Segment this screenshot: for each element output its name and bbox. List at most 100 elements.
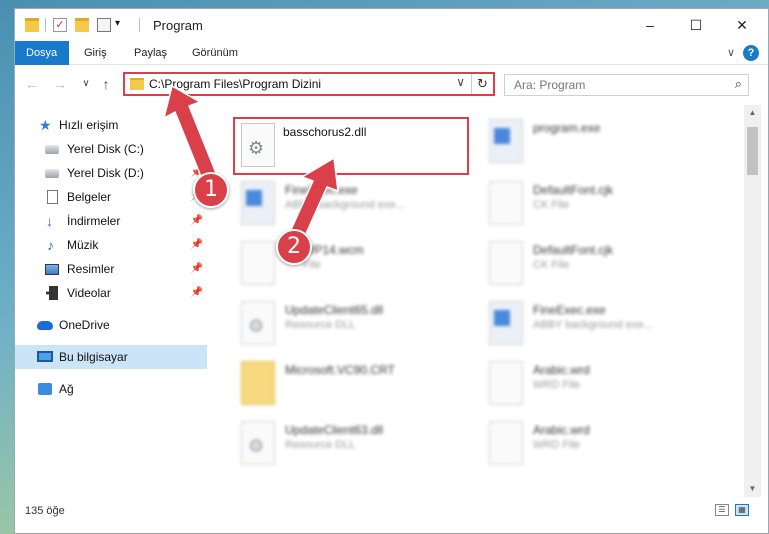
list-item[interactable]: DefaultFont.cjk CK File bbox=[481, 237, 729, 293]
minimize-button[interactable]: – bbox=[627, 9, 673, 41]
tab-share[interactable]: Paylaş bbox=[123, 41, 178, 65]
sidebar-item-this-pc[interactable]: Bu bilgisayar bbox=[15, 345, 207, 369]
back-button[interactable]: ← bbox=[23, 74, 41, 94]
explorer-window: ✓ ▾ Program – ☐ ✕ Dosya Giriş Paylaş Gör… bbox=[14, 8, 769, 534]
sidebar-item-downloads[interactable]: ↓ İndirmeler 📌 bbox=[15, 209, 207, 233]
customize-icon[interactable] bbox=[97, 18, 111, 32]
close-button[interactable]: ✕ bbox=[719, 9, 765, 41]
drive-icon bbox=[45, 169, 59, 178]
sidebar-item-label: Müzik bbox=[67, 238, 99, 252]
list-item[interactable]: WP14.wcm File bbox=[233, 237, 481, 293]
tab-view[interactable]: Görünüm bbox=[181, 41, 249, 65]
up-button[interactable]: ↑ bbox=[97, 74, 115, 94]
search-icon[interactable]: ⌕ bbox=[735, 76, 742, 92]
file-icon bbox=[489, 421, 523, 465]
chevron-down-icon[interactable]: ∨ bbox=[456, 75, 465, 89]
file-type: WRD File bbox=[533, 439, 581, 451]
vertical-scrollbar[interactable]: ▲ ▼ bbox=[744, 105, 761, 497]
sidebar-item-label: Bu bilgisayar bbox=[59, 350, 128, 364]
pin-icon[interactable]: 📌 bbox=[191, 257, 203, 281]
file-type: ABBY background exe... bbox=[285, 199, 405, 211]
sidebar-item-quick-access[interactable]: ★ Hızlı erişim bbox=[15, 113, 207, 137]
list-item[interactable]: FineExec.exe ABBY background exe... bbox=[481, 297, 729, 353]
recent-locations-button[interactable]: ∨ bbox=[77, 74, 95, 94]
window-title: Program bbox=[153, 18, 203, 33]
sidebar-item-label: Belgeler bbox=[67, 190, 112, 204]
scrollbar-thumb[interactable] bbox=[747, 127, 758, 175]
title-bar: ✓ ▾ Program – ☐ ✕ bbox=[15, 9, 768, 41]
file-type: CK File bbox=[533, 259, 570, 271]
tab-file[interactable]: Dosya bbox=[15, 41, 69, 65]
step-badge-1: 1 bbox=[193, 172, 229, 208]
video-icon bbox=[46, 286, 58, 300]
file-type: Resource DLL bbox=[285, 319, 356, 331]
file-icon bbox=[241, 241, 275, 285]
large-icons-view-icon[interactable]: ▦ bbox=[735, 504, 749, 516]
folder-icon bbox=[130, 78, 144, 90]
address-path[interactable]: C:\Program Files\Program Dizini bbox=[149, 77, 321, 91]
sidebar-item-music[interactable]: ♪ Müzik 📌 bbox=[15, 233, 207, 257]
exe-file-icon bbox=[489, 119, 523, 163]
music-icon: ♪ bbox=[47, 237, 54, 253]
highlighted-file[interactable]: basschorus2.dll bbox=[233, 117, 469, 175]
list-item[interactable]: Microsoft.VC90.CRT bbox=[233, 357, 481, 413]
refresh-button[interactable]: ↻ bbox=[471, 74, 493, 94]
sidebar-item-label: Ağ bbox=[59, 382, 74, 396]
search-input[interactable]: Ara: Program bbox=[514, 78, 585, 92]
scroll-up-icon[interactable]: ▲ bbox=[744, 105, 761, 121]
file-type: Resource DLL bbox=[285, 439, 356, 451]
sidebar-item-label: Yerel Disk (C:) bbox=[67, 142, 144, 156]
new-folder-icon[interactable] bbox=[75, 18, 89, 32]
sidebar-item-label: OneDrive bbox=[59, 318, 110, 332]
list-item[interactable]: UpdateClient65.dll Resource DLL bbox=[233, 297, 481, 353]
divider bbox=[139, 18, 140, 32]
cloud-icon bbox=[37, 321, 53, 330]
sidebar-item-disk-d[interactable]: Yerel Disk (D:) 📌 bbox=[15, 161, 207, 185]
sidebar-item-videos[interactable]: Videolar 📌 bbox=[15, 281, 207, 305]
pin-icon[interactable]: 📌 bbox=[191, 209, 203, 233]
details-view-icon[interactable]: ☰ bbox=[715, 504, 729, 516]
file-name: basschorus2.dll bbox=[283, 125, 367, 139]
address-row: ← → ∨ ↑ C:\Program Files\Program Dizini … bbox=[15, 69, 768, 99]
file-list: basschorus2.dll program.exe FineExec.exe… bbox=[211, 105, 742, 497]
list-item[interactable]: Arabic.wrd WRD File bbox=[481, 357, 729, 413]
list-item[interactable]: FineExec.exe ABBY background exe... bbox=[233, 177, 481, 233]
sidebar-item-onedrive[interactable]: OneDrive bbox=[15, 313, 207, 337]
download-icon: ↓ bbox=[46, 213, 53, 229]
quick-access-dropdown-icon[interactable]: ▾ bbox=[115, 18, 120, 29]
list-item[interactable]: Arabic.wrd WRD File bbox=[481, 417, 729, 473]
file-icon bbox=[489, 181, 523, 225]
sidebar-item-documents[interactable]: Belgeler 📌 bbox=[15, 185, 207, 209]
address-bar[interactable]: C:\Program Files\Program Dizini ∨ ↻ bbox=[123, 72, 495, 96]
ribbon-tabs: Dosya Giriş Paylaş Görünüm ∨ ? bbox=[15, 41, 768, 65]
file-icon bbox=[489, 241, 523, 285]
list-item[interactable]: UpdateClient63.dll Resource DLL bbox=[233, 417, 481, 473]
sidebar-item-disk-c[interactable]: Yerel Disk (C:) bbox=[15, 137, 207, 161]
file-name: UpdateClient65.dll bbox=[285, 303, 384, 317]
item-count: 135 öğe bbox=[25, 505, 65, 517]
sidebar-item-label: Hızlı erişim bbox=[59, 118, 119, 132]
sidebar-item-network[interactable]: Ağ bbox=[15, 377, 207, 401]
properties-icon[interactable]: ✓ bbox=[53, 18, 67, 32]
pin-icon[interactable]: 📌 bbox=[191, 281, 203, 305]
search-box[interactable]: Ara: Program ⌕ bbox=[504, 74, 749, 96]
dll-file-icon bbox=[241, 301, 275, 345]
scroll-down-icon[interactable]: ▼ bbox=[744, 481, 761, 497]
list-item[interactable]: program.exe bbox=[481, 115, 729, 171]
sidebar-item-pictures[interactable]: Resimler 📌 bbox=[15, 257, 207, 281]
list-item[interactable]: basschorus2.dll bbox=[235, 119, 483, 175]
exe-file-icon bbox=[241, 181, 275, 225]
expand-ribbon-icon[interactable]: ∨ bbox=[723, 45, 739, 61]
file-name: FineExec.exe bbox=[533, 303, 606, 317]
file-icon bbox=[489, 361, 523, 405]
pin-icon[interactable]: 📌 bbox=[191, 233, 203, 257]
network-icon bbox=[38, 383, 52, 395]
help-icon[interactable]: ? bbox=[743, 45, 759, 61]
tab-home[interactable]: Giriş bbox=[73, 41, 118, 65]
forward-button[interactable]: → bbox=[51, 74, 69, 94]
list-item[interactable]: DefaultFont.cjk CK File bbox=[481, 177, 729, 233]
computer-icon bbox=[37, 351, 53, 362]
maximize-button[interactable]: ☐ bbox=[673, 9, 719, 41]
sidebar-item-label: İndirmeler bbox=[67, 214, 121, 228]
divider bbox=[45, 18, 46, 32]
